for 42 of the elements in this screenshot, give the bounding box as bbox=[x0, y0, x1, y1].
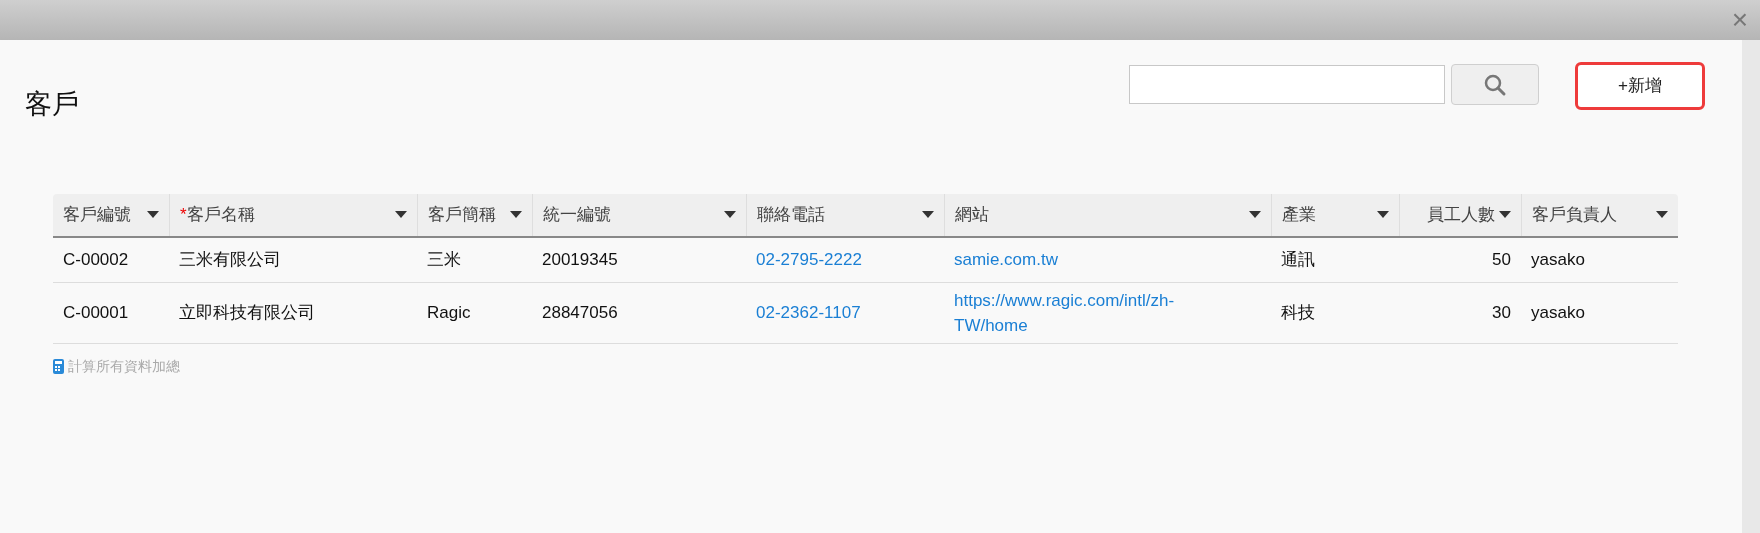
caret-icon bbox=[922, 211, 934, 218]
caret-icon bbox=[395, 211, 407, 218]
table-cell-text: 三米有限公司 bbox=[178, 248, 282, 271]
table-cell-text: C-00002 bbox=[62, 248, 130, 271]
caret-icon bbox=[147, 211, 159, 218]
column-header[interactable]: 客戶編號 bbox=[53, 193, 169, 236]
table-link[interactable]: samie.com.tw bbox=[954, 242, 1058, 277]
new-button[interactable]: +新增 bbox=[1575, 62, 1705, 110]
table-link[interactable]: https://www.ragic.com/intl/zh-TW/home bbox=[954, 282, 1209, 343]
table-cell-text: 通訊 bbox=[1280, 248, 1316, 271]
table-cell-text: 科技 bbox=[1280, 301, 1316, 324]
table-cell-text: 三米 bbox=[426, 248, 462, 271]
caret-icon bbox=[1249, 211, 1261, 218]
table-link[interactable]: 02-2362-1107 bbox=[756, 295, 861, 330]
table-cell-text: yasako bbox=[1530, 248, 1586, 271]
caret-icon bbox=[1656, 211, 1668, 218]
caret-icon bbox=[1499, 211, 1511, 218]
table-link[interactable]: 02-2795-2222 bbox=[756, 242, 862, 277]
caret-icon bbox=[1377, 211, 1389, 218]
search-icon bbox=[1483, 72, 1507, 97]
table-cell-text: Ragic bbox=[426, 301, 472, 324]
table-cell-text: 30 bbox=[1491, 301, 1512, 324]
column-header[interactable]: 網站 bbox=[944, 193, 1271, 236]
caret-icon bbox=[724, 211, 736, 218]
column-header[interactable]: 員工人數 bbox=[1399, 193, 1521, 236]
table-cell-text: 立即科技有限公司 bbox=[178, 301, 316, 324]
search-button[interactable] bbox=[1451, 64, 1539, 105]
caret-icon bbox=[510, 211, 522, 218]
table-cell-text: 20019345 bbox=[541, 248, 619, 271]
search-field[interactable] bbox=[1129, 65, 1445, 104]
column-header[interactable]: 客戶簡稱 bbox=[417, 193, 532, 236]
table-cell-text: 28847056 bbox=[541, 301, 619, 324]
column-header[interactable]: *客戶名稱 bbox=[169, 193, 417, 236]
column-header[interactable]: 產業 bbox=[1271, 193, 1399, 236]
table-cell-text: 50 bbox=[1491, 248, 1512, 271]
table-cell-text: yasako bbox=[1530, 301, 1586, 324]
column-header[interactable]: 聯絡電話 bbox=[746, 193, 944, 236]
column-header[interactable]: 統一編號 bbox=[532, 193, 746, 236]
page-title: 客戶 bbox=[25, 88, 79, 121]
calculator-icon bbox=[53, 358, 64, 374]
table-cell-text: C-00001 bbox=[62, 301, 130, 324]
column-header[interactable]: 客戶負責人 bbox=[1521, 193, 1678, 236]
